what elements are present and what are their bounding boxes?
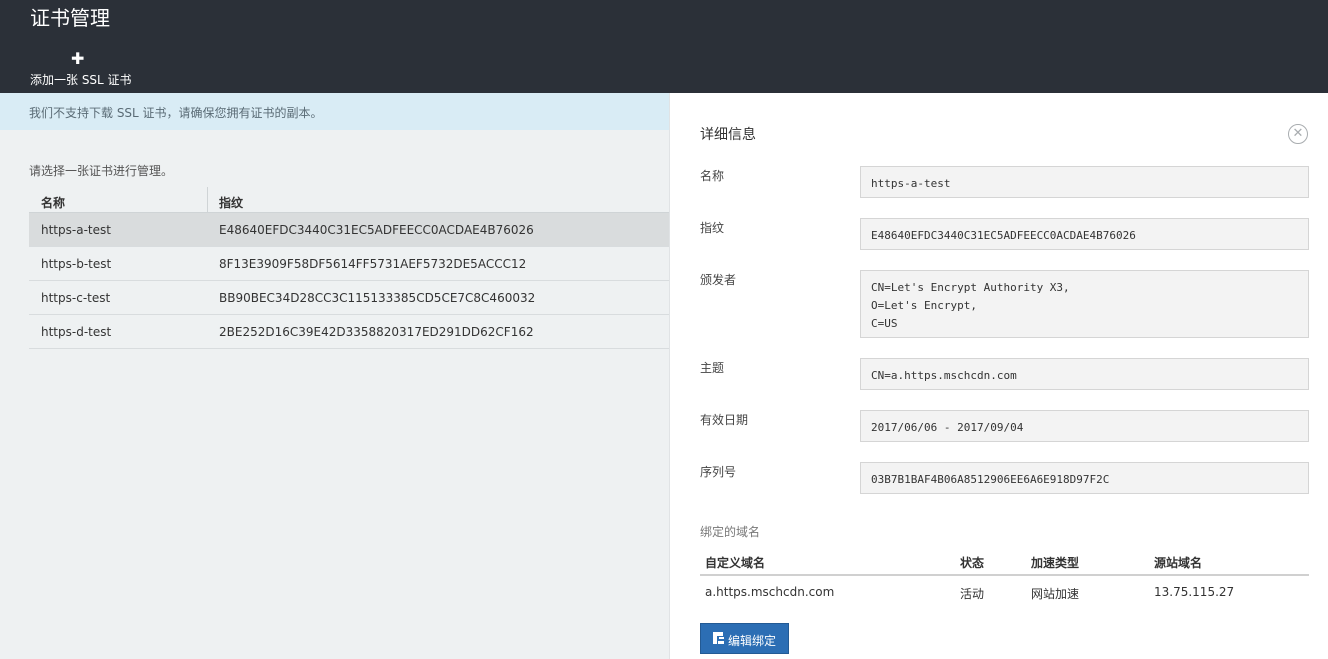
field-value-fingerprint[interactable]: E48640EFDC3440C31EC5ADFEECC0ACDAE4B76026 bbox=[860, 218, 1309, 250]
edit-binding-label: 编辑绑定 bbox=[728, 634, 777, 648]
bound-domains-header: 自定义域名 状态 加速类型 源站域名 bbox=[700, 548, 1309, 576]
column-header-origin-domain: 源站域名 bbox=[1154, 556, 1203, 570]
edit-binding-button[interactable]: 编辑绑定 bbox=[700, 623, 789, 654]
certificate-name: https-a-test bbox=[41, 223, 111, 237]
certificate-row[interactable]: https-c-test BB90BEC34D28CC3C115133385CD… bbox=[29, 281, 669, 315]
certificate-fingerprint: E48640EFDC3440C31EC5ADFEECC0ACDAE4B76026 bbox=[219, 223, 534, 237]
field-value-name[interactable]: https-a-test bbox=[860, 166, 1309, 198]
select-hint: 请选择一张证书进行管理。 bbox=[29, 164, 174, 178]
acceleration-type: 网站加速 bbox=[1031, 587, 1080, 601]
column-header-acceleration-type: 加速类型 bbox=[1031, 556, 1080, 570]
issuer-line: C=US bbox=[871, 317, 898, 330]
field-label-issuer: 颁发者 bbox=[700, 273, 737, 287]
page-title: 证书管理 bbox=[30, 6, 110, 30]
certificate-fingerprint: 2BE252D16C39E42D3358820317ED291DD62CF162 bbox=[219, 325, 534, 339]
certificate-table-header: 名称 指纹 bbox=[29, 187, 669, 213]
column-header-custom-domain: 自定义域名 bbox=[705, 556, 766, 570]
field-value-subject[interactable]: CN=a.https.mschcdn.com bbox=[860, 358, 1309, 390]
details-panel: 详细信息 ✕ 名称 https-a-test 指纹 E48640EFDC3440… bbox=[669, 93, 1328, 659]
certificate-name: https-d-test bbox=[41, 325, 112, 339]
certificate-row[interactable]: https-d-test 2BE252D16C39E42D3358820317E… bbox=[29, 315, 669, 349]
origin-domain: 13.75.115.27 bbox=[1154, 585, 1235, 599]
download-notice: 我们不支持下载 SSL 证书，请确保您拥有证书的副本。 bbox=[0, 93, 669, 130]
plus-icon: ✚ bbox=[71, 49, 85, 68]
details-title: 详细信息 bbox=[700, 127, 756, 143]
issuer-line: CN=Let's Encrypt Authority X3, bbox=[871, 281, 1070, 294]
certificate-fingerprint: BB90BEC34D28CC3C115133385CD5CE7C8C460032 bbox=[219, 291, 536, 305]
certificate-row[interactable]: https-b-test 8F13E3909F58DF5614FF5731AEF… bbox=[29, 247, 669, 281]
column-header-status: 状态 bbox=[960, 556, 985, 570]
column-header-fingerprint[interactable]: 指纹 bbox=[219, 194, 243, 211]
edit-binding-icon bbox=[713, 632, 724, 644]
issuer-line: O=Let's Encrypt, bbox=[871, 299, 977, 312]
column-header-name[interactable]: 名称 bbox=[41, 194, 65, 211]
field-label-name: 名称 bbox=[700, 169, 725, 183]
field-label-subject: 主题 bbox=[700, 361, 725, 375]
custom-domain: a.https.mschcdn.com bbox=[705, 585, 835, 599]
domain-status: 活动 bbox=[960, 587, 985, 601]
top-bar: 证书管理 ✚ 添加一张 SSL 证书 bbox=[0, 0, 1328, 93]
field-label-fingerprint: 指纹 bbox=[700, 221, 725, 235]
field-label-serial: 序列号 bbox=[700, 465, 737, 479]
bound-domains-title: 绑定的域名 bbox=[700, 525, 761, 539]
certificate-list-panel: 我们不支持下载 SSL 证书，请确保您拥有证书的副本。 请选择一张证书进行管理。… bbox=[0, 93, 669, 659]
certificate-table: 名称 指纹 https-a-test E48640EFDC3440C31EC5A… bbox=[29, 187, 669, 349]
add-ssl-certificate-label: 添加一张 SSL 证书 bbox=[30, 73, 132, 87]
field-value-validity[interactable]: 2017/06/06 - 2017/09/04 bbox=[860, 410, 1309, 442]
field-label-validity: 有效日期 bbox=[700, 413, 749, 427]
certificate-name: https-c-test bbox=[41, 291, 111, 305]
field-value-issuer[interactable]: CN=Let's Encrypt Authority X3, O=Let's E… bbox=[860, 270, 1309, 338]
certificate-row-selected[interactable]: https-a-test E48640EFDC3440C31EC5ADFEECC… bbox=[29, 213, 669, 247]
bound-domains-table: 自定义域名 状态 加速类型 源站域名 a.https.mschcdn.com 活… bbox=[700, 548, 1309, 606]
close-icon[interactable]: ✕ bbox=[1288, 124, 1308, 144]
field-value-serial[interactable]: 03B7B1BAF4B06A8512906EE6A6E918D97F2C bbox=[860, 462, 1309, 494]
add-ssl-certificate-button[interactable]: ✚ 添加一张 SSL 证书 bbox=[28, 49, 132, 88]
bound-domain-row: a.https.mschcdn.com 活动 网站加速 13.75.115.27 bbox=[700, 576, 1309, 606]
column-divider bbox=[207, 187, 208, 213]
certificate-fingerprint: 8F13E3909F58DF5614FF5731AEF5732DE5ACCC12 bbox=[219, 257, 527, 271]
certificate-name: https-b-test bbox=[41, 257, 112, 271]
